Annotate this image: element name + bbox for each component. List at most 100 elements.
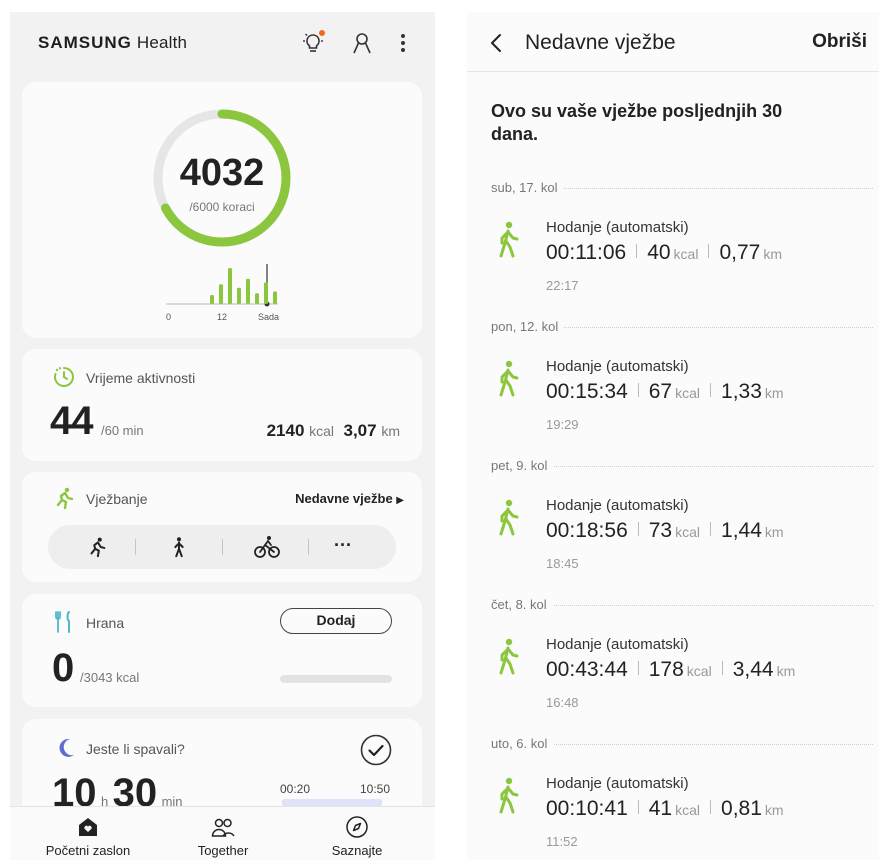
active-time-clock-icon	[54, 367, 74, 387]
kcal-unit: kcal	[675, 802, 701, 818]
back-arrow-icon[interactable]	[489, 32, 503, 54]
intro-text: Ovo su vaše vježbe posljednjih 30 dana.	[491, 101, 783, 144]
stat-separator	[710, 800, 712, 814]
delete-button[interactable]: Obriši	[812, 31, 867, 53]
exercise-start-time: 11:52	[546, 834, 578, 849]
page-title: Nedavne vježbe	[525, 31, 676, 54]
day-header: pet, 9. kol	[491, 458, 873, 474]
exercise-name: Hodanje (automatski)	[546, 358, 689, 375]
food-card[interactable]: Hrana Dodaj 0 /3043 kcal	[22, 594, 422, 707]
active-time-card[interactable]: Vrijeme aktivnosti 44 /60 min 2140 kcal …	[22, 349, 422, 461]
hist-bar	[273, 291, 277, 304]
active-minutes-goal: /60 min	[101, 423, 144, 438]
exercise-stats: 00:18:56 73 kcal 1,44 km	[546, 519, 784, 543]
active-time-title: Vrijeme aktivnosti	[86, 370, 196, 386]
day-date: sub, 17. kol	[491, 180, 564, 195]
stat-separator	[637, 522, 639, 536]
hist-label-now: Sada	[258, 312, 279, 322]
run-shortcut-icon[interactable]	[86, 536, 108, 558]
activity-km-unit: km	[381, 423, 400, 439]
walking-icon	[499, 638, 519, 675]
exercise-duration: 00:10:41	[546, 797, 628, 820]
people-icon	[211, 818, 235, 837]
day-date: čet, 8. kol	[491, 597, 553, 612]
cycling-shortcut-icon[interactable]	[254, 535, 280, 559]
kcal-unit: kcal	[675, 385, 701, 401]
sleep-end-time: 10:50	[360, 782, 391, 796]
exercise-entry[interactable]: Hodanje (automatski) 00:15:34 67 kcal 1,33 km…	[491, 358, 873, 448]
stat-separator	[637, 800, 639, 814]
exercise-kcal: 178	[648, 658, 684, 681]
hist-label-start: 0	[166, 312, 171, 322]
day-header: uto, 6. kol	[491, 736, 873, 752]
stat-separator	[637, 661, 639, 675]
km-unit: km	[764, 524, 784, 540]
hist-bar	[246, 278, 250, 304]
day-date: pon, 12. kol	[491, 319, 565, 334]
more-options-icon[interactable]	[390, 30, 416, 56]
nav-discover-label: Saznajte	[331, 843, 383, 858]
stat-separator	[637, 383, 639, 397]
stat-separator	[636, 244, 638, 258]
walking-icon	[499, 360, 519, 397]
exercise-duration: 00:15:34	[546, 380, 628, 403]
exercise-entry[interactable]: Hodanje (automatski) 00:43:44 178 kcal 3,44 k…	[491, 636, 873, 726]
recent-exercises-link[interactable]: Nedavne vježbe ▶	[295, 491, 404, 506]
walking-icon	[499, 221, 519, 258]
food-kcal-goal: /3043 kcal	[80, 670, 140, 685]
activity-summary: 2140 kcal 3,07 km	[267, 421, 400, 441]
exercise-duration: 00:11:06	[546, 241, 627, 264]
nav-together[interactable]: Together	[153, 807, 293, 860]
exercise-name: Hodanje (automatski)	[546, 775, 689, 792]
exercise-distance: 0,77	[719, 241, 761, 264]
steps-goal: /6000 koraci	[189, 200, 255, 214]
active-minutes: 44	[50, 399, 93, 443]
exercise-card[interactable]: Vježbanje Nedavne vježbe ▶ ···	[22, 472, 422, 582]
exercise-stats: 00:10:41 41 kcal 0,81 km	[546, 797, 784, 821]
hist-label-mid: 12	[217, 312, 227, 322]
shortcut-divider	[308, 539, 309, 555]
exercise-stats: 00:15:34 67 kcal 1,33 km	[546, 380, 784, 404]
profile-icon[interactable]	[349, 30, 375, 56]
hist-bar	[219, 284, 223, 304]
exercise-stats: 00:11:06 40 kcal 0,77 km	[546, 241, 782, 265]
hist-bar	[255, 293, 259, 304]
nav-discover[interactable]: Saznajte	[287, 807, 427, 860]
running-icon	[56, 487, 74, 510]
exercise-kcal: 67	[648, 380, 673, 403]
steps-count: 4032	[179, 152, 265, 194]
exercise-start-time: 19:29	[546, 417, 579, 432]
steps-histogram: 0 12 Sada	[166, 264, 279, 322]
sleep-start-time: 00:20	[280, 782, 311, 796]
exercise-stats: 00:43:44 178 kcal 3,44 km	[546, 658, 795, 682]
hist-bar	[264, 282, 268, 304]
more-exercises-button[interactable]: ···	[334, 535, 352, 556]
home-heart-icon	[79, 818, 97, 836]
recent-exercises-label: Nedavne vježbe	[295, 491, 393, 506]
stat-separator	[710, 522, 712, 536]
km-unit: km	[764, 802, 784, 818]
day-header: pon, 12. kol	[491, 319, 873, 335]
exercise-entry[interactable]: Hodanje (automatski) 00:18:56 73 kcal 1,44 km…	[491, 497, 873, 587]
food-progress-bar	[280, 675, 392, 683]
recent-exercises-screen: Nedavne vježbe Obriši Ovo su vaše vježbe…	[467, 12, 879, 860]
exercise-kcal: 40	[647, 241, 671, 264]
exercise-distance: 3,44	[732, 658, 774, 681]
add-food-button[interactable]: Dodaj	[280, 608, 392, 634]
hist-bar	[228, 268, 232, 304]
exercise-entry[interactable]: Hodanje (automatski) 00:10:41 41 kcal 0,81 km…	[491, 775, 873, 860]
compass-icon	[346, 816, 368, 838]
nav-home[interactable]: Početni zaslon	[18, 807, 158, 860]
exercise-title: Vježbanje	[86, 491, 148, 507]
arrow-right-icon: ▶	[396, 495, 404, 506]
walk-shortcut-icon[interactable]	[168, 536, 190, 558]
steps-card[interactable]: 4032 /6000 koraci 0 12 Sada	[22, 82, 422, 338]
exercise-start-time: 16:48	[546, 695, 579, 710]
walking-icon	[499, 499, 519, 536]
tips-lightbulb-icon[interactable]	[300, 30, 326, 56]
home-screen: SAMSUNG Health 4032 /6000 koraci 0 12 Sa…	[10, 12, 435, 860]
exercise-name: Hodanje (automatski)	[546, 636, 689, 653]
exercise-name: Hodanje (automatski)	[546, 497, 689, 514]
confirm-sleep-check-icon[interactable]	[360, 734, 392, 766]
exercise-entry[interactable]: Hodanje (automatski) 00:11:06 40 kcal 0,77 km…	[491, 219, 873, 309]
